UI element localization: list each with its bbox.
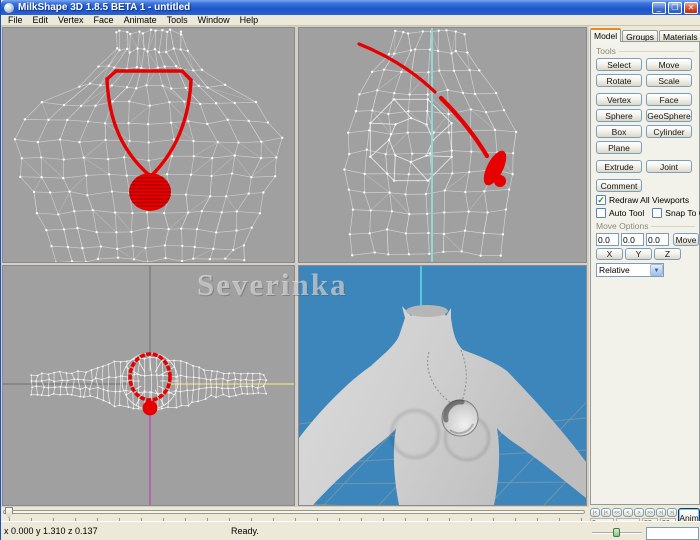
playback-buttons: |< |< << < > >> >| >| (590, 508, 677, 517)
checkbox-redraw-all-viewports[interactable]: ✓ Redraw All Viewports (596, 195, 689, 205)
status-message: Ready. (231, 526, 259, 536)
menu-item-face[interactable]: Face (89, 15, 119, 26)
tool-button-box[interactable]: Box (596, 125, 642, 138)
app-icon (4, 2, 14, 13)
front-view-canvas[interactable] (3, 28, 294, 262)
perspective-view-canvas[interactable] (299, 266, 586, 505)
close-button[interactable]: ✕ (684, 1, 698, 14)
step-back-button[interactable]: < (623, 508, 633, 517)
milkshape-window: MilkShape 3D 1.8.5 BETA 1 - untitled _ ❐… (0, 0, 700, 540)
model-tab-page: Tools Select Move Rotate Scale Vertex Face Sph… (590, 41, 700, 505)
viewport-side[interactable] (298, 27, 587, 263)
checkbox-box[interactable] (596, 208, 606, 218)
tool-button-sphere[interactable]: Sphere (596, 109, 642, 122)
checkbox-snap-to-grid[interactable]: Snap To Grid (652, 208, 700, 218)
move-field-y[interactable] (621, 233, 644, 246)
tool-button-extrude[interactable]: Extrude (596, 160, 642, 173)
tool-button-joint[interactable]: Joint (646, 160, 692, 173)
tool-button-scale[interactable]: Scale (646, 74, 692, 87)
timeline-thumb[interactable] (5, 507, 13, 518)
viewport-3d[interactable] (298, 265, 587, 506)
tool-button-face[interactable]: Face (646, 93, 692, 106)
next-keyframe-button[interactable]: >| (656, 508, 666, 517)
joint-size-slider-thumb[interactable] (613, 528, 620, 537)
tool-button-geosphere[interactable]: GeoSphere (646, 109, 692, 122)
checkbox-row-2: Auto Tool Snap To Grid (591, 208, 700, 218)
menu-item-file[interactable]: File (3, 15, 28, 26)
menu-item-help[interactable]: Help (235, 15, 264, 26)
axis-buttons-row: XYZ (591, 248, 699, 260)
checkbox-auto-tool[interactable]: Auto Tool (596, 208, 644, 218)
titlebar[interactable]: MilkShape 3D 1.8.5 BETA 1 - untitled _ ❐… (1, 0, 700, 15)
chevron-down-icon: ▼ (650, 264, 663, 276)
timeline-track[interactable] (3, 510, 585, 514)
status-bar: x 0.000 y 1.310 z 0.137 Ready. (1, 521, 700, 540)
fast-forward-button[interactable]: >> (645, 508, 655, 517)
move-options-group-label: Move Options (596, 221, 695, 231)
tool-button-cylinder[interactable]: Cylinder (646, 125, 692, 138)
cursor-coordinates: x 0.000 y 1.310 z 0.137 (4, 526, 98, 536)
checkbox-label: Snap To Grid (665, 208, 700, 218)
step-forward-button[interactable]: > (634, 508, 644, 517)
status-input-field[interactable] (646, 527, 699, 540)
viewport-top[interactable] (2, 265, 295, 506)
joint-size-slider[interactable] (592, 528, 642, 537)
keyframe-timeline[interactable] (1, 507, 589, 521)
go-last-frame-button[interactable]: >| (667, 508, 677, 517)
tool-button-comment[interactable]: Comment (596, 179, 642, 192)
redraw-checkbox-row: ✓ Redraw All Viewports (591, 195, 699, 205)
menu-item-window[interactable]: Window (193, 15, 235, 26)
tool-button-move[interactable]: Move (646, 58, 692, 71)
tool-button-plane[interactable]: Plane (596, 141, 642, 154)
side-panel: ModelGroupsMaterialsJoints Tools Select M… (589, 26, 700, 507)
go-first-frame-button[interactable]: |< (590, 508, 600, 517)
tools-group-label: Tools (596, 46, 695, 56)
menu-item-edit[interactable]: Edit (28, 15, 54, 26)
minimize-button[interactable]: _ (652, 1, 666, 14)
tool-button-vertex[interactable]: Vertex (596, 93, 642, 106)
checkbox-box[interactable]: ✓ (596, 195, 606, 205)
move-field-x[interactable] (596, 233, 619, 246)
side-view-canvas[interactable] (299, 28, 586, 262)
window-title: MilkShape 3D 1.8.5 BETA 1 - untitled (18, 2, 191, 13)
top-view-canvas[interactable] (3, 266, 294, 505)
reference-mode-select[interactable]: Relative ▼ (596, 263, 664, 277)
menu-item-animate[interactable]: Animate (119, 15, 162, 26)
checkbox-label: Redraw All Viewports (609, 195, 690, 205)
panel-tabs: ModelGroupsMaterialsJoints (590, 27, 700, 42)
axis-button-y[interactable]: Y (625, 248, 652, 260)
viewport-front[interactable] (2, 27, 295, 263)
tool-buttons: Select Move Rotate Scale Vertex Face Sphere Geo… (591, 58, 699, 192)
menu-bar: File Edit Vertex Face Animate Tools Window Help (1, 15, 700, 26)
move-fields-row: Move (591, 233, 699, 246)
tool-button-select[interactable]: Select (596, 58, 642, 71)
prev-keyframe-button[interactable]: |< (601, 508, 611, 517)
menu-item-tools[interactable]: Tools (162, 15, 193, 26)
fast-rewind-button[interactable]: << (612, 508, 622, 517)
move-apply-button[interactable]: Move (673, 233, 699, 246)
axis-button-z[interactable]: Z (654, 248, 681, 260)
reference-mode-value: Relative (599, 265, 630, 275)
menu-item-vertex[interactable]: Vertex (53, 15, 89, 26)
restore-button[interactable]: ❐ (668, 1, 682, 14)
viewport-workspace: Severinka (1, 26, 589, 507)
axis-button-x[interactable]: X (596, 248, 623, 260)
tool-button-rotate[interactable]: Rotate (596, 74, 642, 87)
move-field-z[interactable] (646, 233, 669, 246)
tab-model[interactable]: Model (590, 28, 622, 42)
checkbox-label: Auto Tool (609, 208, 645, 218)
checkbox-box[interactable] (652, 208, 663, 218)
